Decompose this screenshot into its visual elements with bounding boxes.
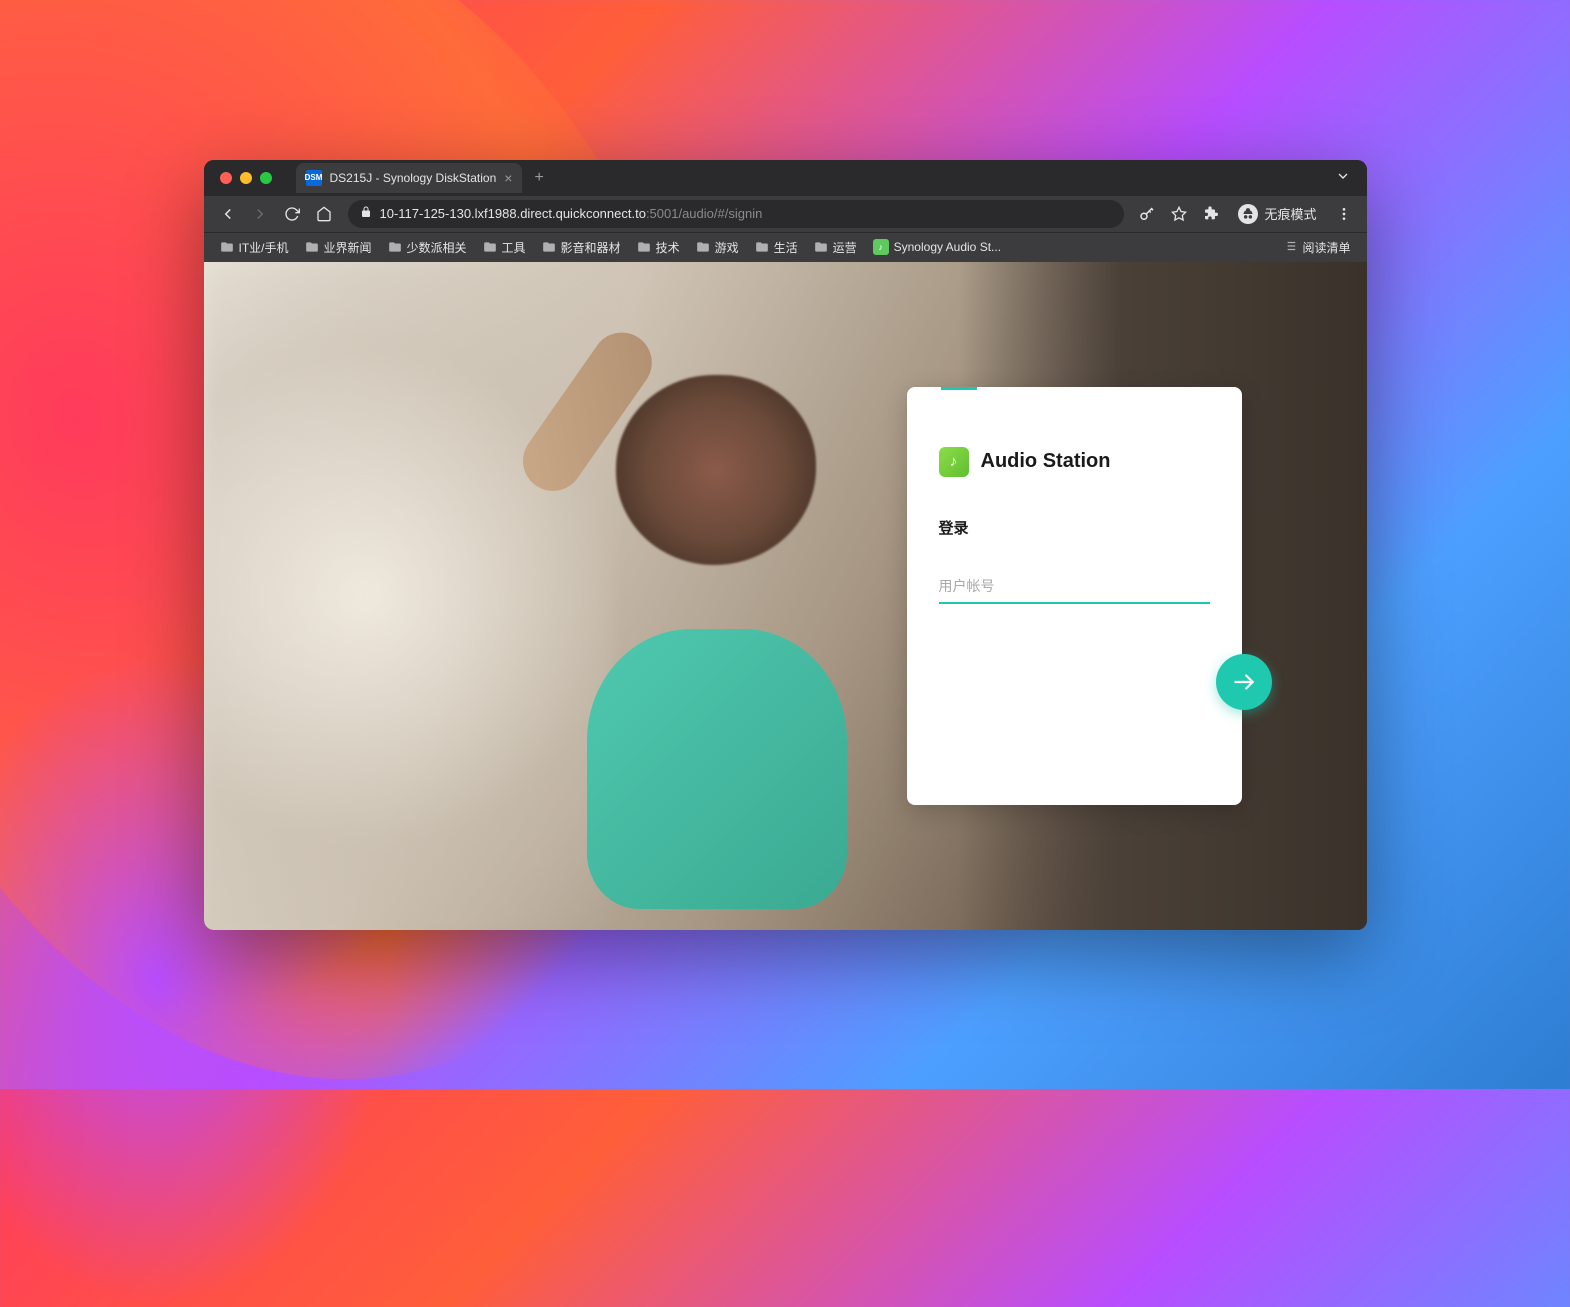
minimize-window-button[interactable] xyxy=(240,172,252,184)
reload-button[interactable] xyxy=(278,200,306,228)
toolbar-right: 无痕模式 xyxy=(1134,200,1356,228)
username-field-wrap xyxy=(939,570,1210,604)
bookmark-folder[interactable]: 生活 xyxy=(749,235,804,260)
close-window-button[interactable] xyxy=(220,172,232,184)
bookmark-folder[interactable]: 业界新闻 xyxy=(299,235,378,260)
star-icon[interactable] xyxy=(1166,201,1192,227)
folder-icon xyxy=(305,240,319,254)
submit-button[interactable] xyxy=(1216,654,1272,710)
bookmark-folder[interactable]: 少数派相关 xyxy=(382,235,473,260)
tabs-dropdown-icon[interactable] xyxy=(1335,168,1351,187)
folder-icon xyxy=(696,240,710,254)
signin-heading: 登录 xyxy=(939,517,1210,538)
app-header: ♪ Audio Station xyxy=(939,447,1210,477)
key-icon[interactable] xyxy=(1134,201,1160,227)
username-input[interactable] xyxy=(939,570,1210,604)
menu-icon[interactable] xyxy=(1331,201,1357,227)
extensions-icon[interactable] xyxy=(1198,201,1224,227)
tab-title: DS215J - Synology DiskStation xyxy=(330,171,497,185)
url-text: 10-117-125-130.lxf1988.direct.quickconne… xyxy=(380,206,763,221)
browser-tab[interactable]: DSM DS215J - Synology DiskStation × xyxy=(296,163,523,193)
folder-icon xyxy=(637,240,651,254)
folder-icon xyxy=(388,240,402,254)
bookmark-folder[interactable]: 影音和器材 xyxy=(536,235,627,260)
folder-icon xyxy=(755,240,769,254)
reading-list-button[interactable]: 阅读清单 xyxy=(1277,235,1356,260)
back-button[interactable] xyxy=(214,200,242,228)
bookmarks-bar: IT业/手机 业界新闻 少数派相关 工具 影音和器材 技术 游戏 生活 运营 ♪… xyxy=(204,232,1367,262)
close-tab-button[interactable]: × xyxy=(504,171,512,185)
incognito-label: 无痕模式 xyxy=(1264,204,1316,223)
home-button[interactable] xyxy=(310,200,338,228)
login-card: ♪ Audio Station 登录 xyxy=(907,387,1242,805)
bookmark-label: 生活 xyxy=(774,239,798,256)
bookmark-folder[interactable]: 游戏 xyxy=(690,235,745,260)
bookmark-label: 技术 xyxy=(656,239,680,256)
bookmark-folder[interactable]: 运营 xyxy=(808,235,863,260)
incognito-badge[interactable]: 无痕模式 xyxy=(1230,200,1324,228)
folder-icon xyxy=(542,240,556,254)
bookmark-label: 游戏 xyxy=(715,239,739,256)
lock-icon xyxy=(360,206,372,221)
bookmark-folder[interactable]: 工具 xyxy=(477,235,532,260)
list-icon xyxy=(1283,239,1297,256)
page-content: ♪ Audio Station 登录 xyxy=(204,262,1367,930)
bookmark-folder[interactable]: 技术 xyxy=(631,235,686,260)
audio-station-icon: ♪ xyxy=(939,447,969,477)
bookmark-app[interactable]: ♪ Synology Audio St... xyxy=(867,235,1007,259)
reading-list-label: 阅读清单 xyxy=(1302,239,1350,256)
incognito-icon xyxy=(1238,204,1258,224)
bookmark-label: 工具 xyxy=(502,239,526,256)
bookmark-label: IT业/手机 xyxy=(239,239,289,256)
maximize-window-button[interactable] xyxy=(260,172,272,184)
bookmark-label: 影音和器材 xyxy=(561,239,621,256)
folder-icon xyxy=(483,240,497,254)
forward-button[interactable] xyxy=(246,200,274,228)
url-bar[interactable]: 10-117-125-130.lxf1988.direct.quickconne… xyxy=(348,200,1125,228)
app-title: Audio Station xyxy=(981,450,1111,473)
tab-favicon: DSM xyxy=(306,170,322,186)
music-app-icon: ♪ xyxy=(873,239,889,255)
bookmark-folder[interactable]: IT业/手机 xyxy=(214,235,295,260)
folder-icon xyxy=(220,240,234,254)
folder-icon xyxy=(814,240,828,254)
bookmark-label: 少数派相关 xyxy=(407,239,467,256)
browser-window: DSM DS215J - Synology DiskStation × + xyxy=(204,160,1367,930)
new-tab-button[interactable]: + xyxy=(522,169,555,187)
bookmark-label: 运营 xyxy=(833,239,857,256)
bookmark-label: 业界新闻 xyxy=(324,239,372,256)
toolbar: 10-117-125-130.lxf1988.direct.quickconne… xyxy=(204,196,1367,232)
tab-bar: DSM DS215J - Synology DiskStation × + xyxy=(204,160,1367,196)
window-controls xyxy=(212,172,280,184)
bookmark-label: Synology Audio St... xyxy=(894,240,1001,254)
